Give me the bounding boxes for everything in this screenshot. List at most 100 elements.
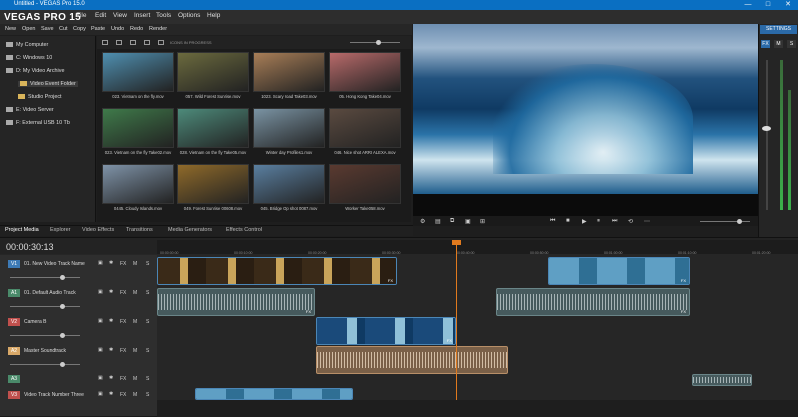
track-solo-button[interactable]: S <box>146 348 149 354</box>
tab-transitions[interactable]: Transitions <box>126 227 153 233</box>
track-name[interactable]: Camera B <box>24 319 47 325</box>
tree-item-e-drive[interactable]: E: Video Server <box>6 107 54 113</box>
track-fx-button[interactable]: FX <box>120 376 126 382</box>
automation-icon[interactable]: ✱ <box>109 318 113 324</box>
mixer-solo-button[interactable]: S <box>787 40 796 48</box>
track-volume-track[interactable] <box>10 306 80 307</box>
minimize-button[interactable]: — <box>738 0 758 10</box>
thumbnail-icon[interactable] <box>130 40 136 45</box>
media-thumbnail[interactable] <box>102 164 174 204</box>
split-screen-icon[interactable]: ▤ <box>435 218 441 225</box>
media-thumbnail[interactable] <box>102 52 174 92</box>
overlays-icon[interactable]: ⊞ <box>480 218 485 225</box>
track-volume-track[interactable] <box>10 335 80 336</box>
settings-button[interactable]: SETTINGS <box>760 25 797 34</box>
zoom-slider-knob[interactable] <box>376 40 381 45</box>
media-thumbnail[interactable] <box>253 108 325 148</box>
view-icon[interactable] <box>102 40 108 45</box>
menu-help[interactable]: Help <box>207 12 220 19</box>
lock-icon[interactable]: ▣ <box>98 347 103 353</box>
menu-edit[interactable]: Edit <box>95 12 106 19</box>
media-thumbnail[interactable] <box>177 108 249 148</box>
audio-clip[interactable]: FX <box>157 288 315 316</box>
forward-icon[interactable]: ⏭ <box>612 218 617 225</box>
automation-icon[interactable]: ✱ <box>109 347 113 353</box>
video-clip[interactable]: FX <box>157 257 397 285</box>
track-fx-button[interactable]: FX <box>120 261 126 267</box>
video-clip[interactable]: FX <box>316 317 456 345</box>
tree-item-video-event-folder[interactable]: Video Event Folder <box>18 81 78 87</box>
tab-media-generators[interactable]: Media Generators <box>168 227 212 233</box>
more-icon[interactable]: ⋯ <box>644 218 650 225</box>
lock-icon[interactable]: ▣ <box>98 260 103 266</box>
track-header[interactable] <box>0 255 157 286</box>
track-volume-track[interactable] <box>10 277 80 278</box>
rewind-icon[interactable]: ⏮ <box>550 218 555 225</box>
new-button[interactable]: New <box>5 26 16 32</box>
media-thumbnail[interactable] <box>253 164 325 204</box>
save-snapshot-icon[interactable]: ▣ <box>465 218 471 225</box>
lock-icon[interactable]: ▣ <box>98 391 103 397</box>
open-button[interactable]: Open <box>22 26 35 32</box>
track-name[interactable]: Video Track Number Three <box>24 392 84 398</box>
audio-clip[interactable] <box>316 346 508 374</box>
track-volume-knob[interactable] <box>60 362 65 367</box>
tree-item-d-drive[interactable]: D: My Video Archive <box>6 68 64 74</box>
playhead[interactable] <box>456 242 457 400</box>
track-mute-button[interactable]: M <box>133 348 137 354</box>
track-mute-button[interactable]: M <box>133 392 137 398</box>
automation-icon[interactable]: ✱ <box>109 391 113 397</box>
lock-icon[interactable]: ▣ <box>98 375 103 381</box>
track-fx-button[interactable]: FX <box>120 348 126 354</box>
media-thumbnail[interactable] <box>253 52 325 92</box>
tab-video-effects[interactable]: Video Effects <box>82 227 114 233</box>
menu-view[interactable]: View <box>113 12 127 19</box>
tab-explorer[interactable]: Explorer <box>50 227 70 233</box>
track-mute-button[interactable]: M <box>133 376 137 382</box>
automation-icon[interactable]: ✱ <box>109 375 113 381</box>
grid-icon[interactable] <box>158 40 164 45</box>
preview-volume-track[interactable] <box>700 221 750 222</box>
track-header[interactable] <box>0 386 157 417</box>
preview-volume-knob[interactable] <box>737 219 742 224</box>
pause-icon[interactable]: ⏸ <box>597 218 600 225</box>
automation-icon[interactable]: ✱ <box>109 260 113 266</box>
menu-options[interactable]: Options <box>178 12 200 19</box>
media-thumbnail[interactable] <box>102 108 174 148</box>
media-thumbnail[interactable] <box>329 52 401 92</box>
video-clip[interactable]: FX <box>548 257 690 285</box>
mixer-fader-knob[interactable] <box>762 126 771 131</box>
tab-effects-control[interactable]: Effects Control <box>226 227 262 233</box>
redo-button[interactable]: Redo <box>130 26 143 32</box>
play-icon[interactable]: ▶ <box>582 218 587 225</box>
loop-icon[interactable]: ⟲ <box>628 218 633 225</box>
menu-insert[interactable]: Insert <box>134 12 150 19</box>
track-header[interactable] <box>0 342 157 373</box>
track-solo-button[interactable]: S <box>146 290 149 296</box>
track-name[interactable]: Master Soundtrack <box>24 348 66 354</box>
zoom-slider-track[interactable] <box>350 42 400 43</box>
copy-button[interactable]: Copy <box>73 26 86 32</box>
media-thumbnail[interactable] <box>177 52 249 92</box>
audio-clip[interactable] <box>692 374 752 386</box>
tree-item-studio-project[interactable]: Studio Project <box>18 94 62 100</box>
paste-button[interactable]: Paste <box>91 26 105 32</box>
render-button[interactable]: Render <box>149 26 167 32</box>
audio-clip[interactable]: FX <box>496 288 690 316</box>
track-solo-button[interactable]: S <box>146 319 149 325</box>
details-icon[interactable] <box>144 40 150 45</box>
track-solo-button[interactable]: S <box>146 376 149 382</box>
track-solo-button[interactable]: S <box>146 261 149 267</box>
track-name[interactable]: 01. New Video Track Name <box>24 261 85 267</box>
video-clip[interactable] <box>195 388 353 400</box>
settings-icon[interactable]: ⚙ <box>420 218 425 225</box>
cut-button[interactable]: Cut <box>59 26 68 32</box>
menu-tools[interactable]: Tools <box>156 12 171 19</box>
menu-file[interactable]: File <box>76 12 86 19</box>
track-mute-button[interactable]: M <box>133 290 137 296</box>
automation-icon[interactable]: ✱ <box>109 289 113 295</box>
timeline-ruler[interactable] <box>157 240 798 254</box>
media-thumbnail[interactable] <box>329 108 401 148</box>
track-name[interactable]: 01. Default Audio Track <box>24 290 76 296</box>
tab-project-media[interactable]: Project Media <box>5 227 39 233</box>
